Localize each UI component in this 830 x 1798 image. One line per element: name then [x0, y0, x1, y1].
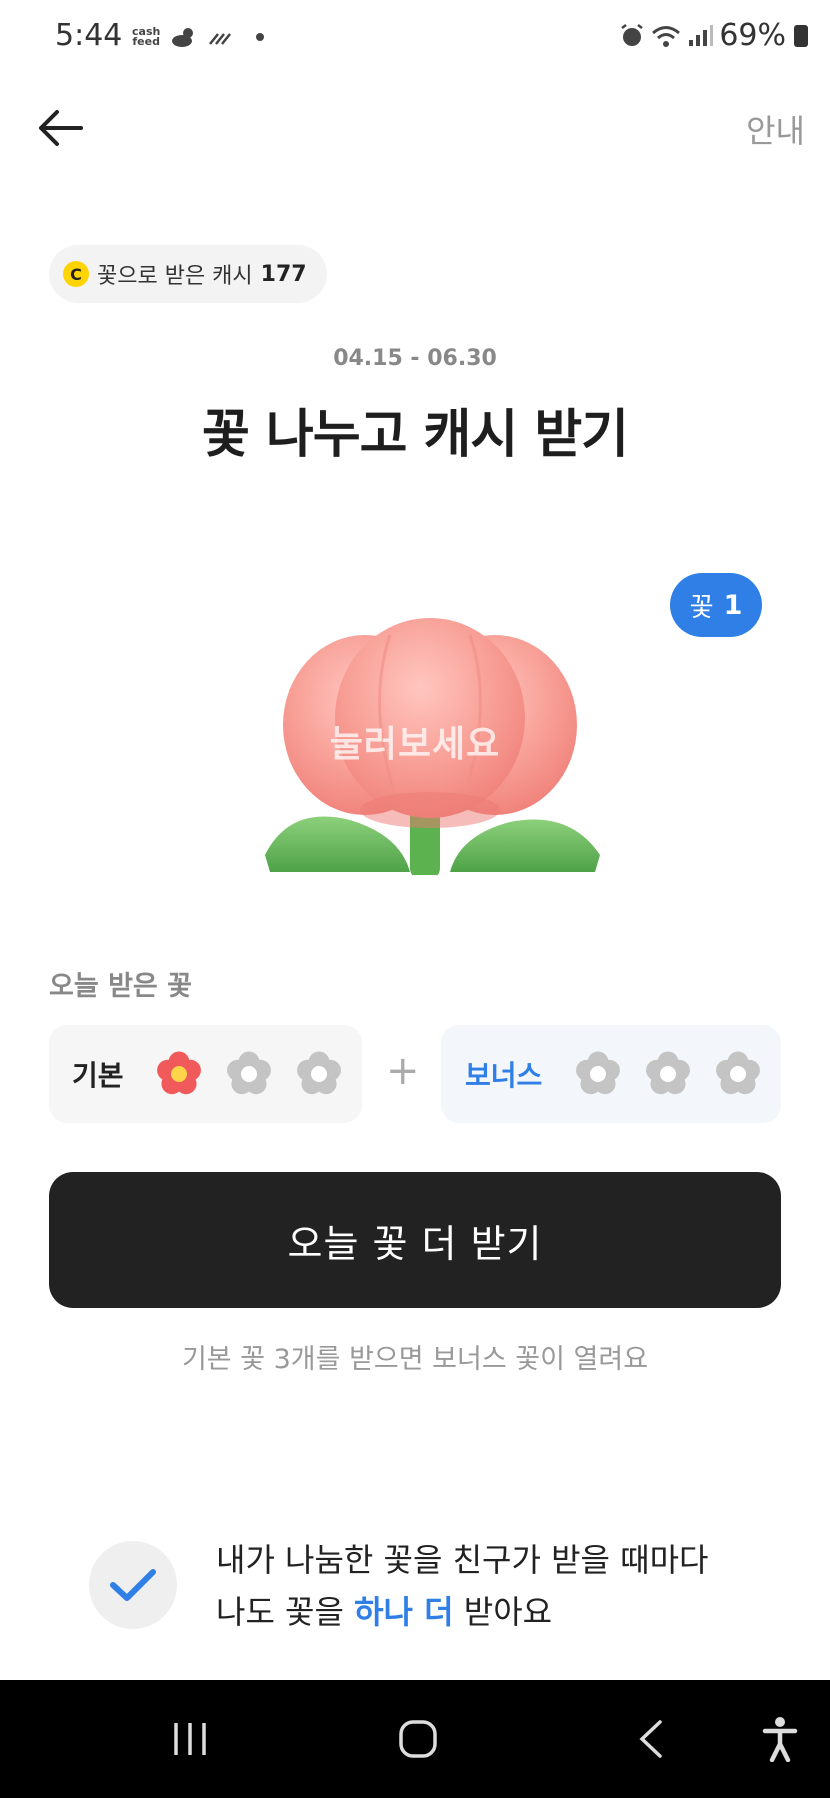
flower-empty-icon: [227, 1051, 271, 1095]
haze-icon: [209, 33, 232, 45]
check-toggle[interactable]: [89, 1541, 177, 1629]
guide-button[interactable]: 안내: [746, 106, 805, 152]
cashfeed-line2: feed: [132, 35, 160, 48]
home-icon: [399, 1720, 437, 1758]
wifi-icon: [652, 25, 681, 47]
flower-empty-icon: [297, 1051, 341, 1095]
battery-percent: 69%: [719, 18, 786, 53]
info-line2-highlight: 하나 더: [354, 1593, 454, 1631]
today-received-label: 오늘 받은 꽃: [49, 971, 192, 1002]
bonus-hint-text: 기본 꽃 3개를 받으면 보너스 꽃이 열려요: [181, 1344, 649, 1375]
petal-center: [335, 618, 525, 818]
status-left-icons: cash feed: [132, 22, 265, 52]
coin-icon: C: [63, 261, 89, 287]
event-period: 04.15 - 06.30: [333, 346, 497, 371]
leaf-left: [265, 816, 410, 872]
weather-icon: [172, 28, 194, 47]
leaf-right: [450, 819, 600, 872]
accessibility-icon: [762, 1717, 798, 1762]
basic-flower-icons: [154, 1049, 344, 1099]
recent-apps-icon: [174, 1723, 206, 1755]
accessibility-button[interactable]: [740, 1680, 820, 1798]
flower-empty-icon: [646, 1051, 690, 1095]
system-nav-bar: [0, 1680, 830, 1798]
info-line2-prefix: 나도 꽃을: [216, 1593, 355, 1631]
info-line1: 내가 나눔한 꽃을 친구가 받을 때마다: [216, 1541, 709, 1579]
notification-dot: [256, 33, 265, 41]
flower-count-badge[interactable]: 꽃 1: [670, 573, 762, 637]
bonus-label: 보너스: [465, 1059, 543, 1092]
back-chevron-icon: [639, 1720, 662, 1758]
info-line2: 나도 꽃을 하나 더 받아요: [216, 1586, 708, 1638]
back-button[interactable]: [30, 100, 90, 156]
cash-chip: C 꽃으로 받은 캐시 177: [49, 245, 327, 303]
back-nav-button[interactable]: [606, 1680, 696, 1798]
share-info-text: 내가 나눔한 꽃을 친구가 받을 때마다 나도 꽃을 하나 더 받아요: [216, 1534, 708, 1638]
back-arrow-icon: [39, 110, 83, 146]
status-right-icons: 69%: [619, 18, 808, 53]
plus-sign: +: [386, 1048, 420, 1094]
recent-apps-button[interactable]: [145, 1680, 235, 1798]
status-time: 5:44: [55, 18, 123, 53]
check-icon: [110, 1569, 156, 1601]
alarm-icon: [621, 23, 644, 46]
cash-chip-amount: 177: [260, 261, 307, 287]
signal-icon: [689, 24, 714, 46]
flower-filled-icon: [157, 1051, 201, 1095]
flower-badge-count: 1: [723, 589, 743, 621]
home-button[interactable]: [373, 1680, 463, 1798]
battery-icon: [794, 24, 808, 47]
basic-label: 기본: [72, 1059, 124, 1092]
bonus-flowers-card: 보너스: [441, 1025, 781, 1123]
flower-empty-icon: [716, 1051, 760, 1095]
basic-flowers-card: 기본: [49, 1025, 362, 1123]
flower-badge-label: 꽃: [689, 592, 714, 623]
info-line2-suffix: 받아요: [453, 1593, 553, 1631]
get-more-flowers-button[interactable]: 오늘 꽃 더 받기: [49, 1172, 781, 1308]
tulip-flower-button[interactable]: [250, 610, 610, 875]
bonus-flower-icons: [573, 1049, 763, 1099]
flower-empty-icon: [576, 1051, 620, 1095]
page-title: 꽃 나누고 캐시 받기: [201, 405, 629, 465]
bloom-base: [360, 792, 500, 828]
cash-chip-label: 꽃으로 받은 캐시: [97, 264, 253, 289]
cashfeed-icon: cash feed: [132, 26, 160, 48]
